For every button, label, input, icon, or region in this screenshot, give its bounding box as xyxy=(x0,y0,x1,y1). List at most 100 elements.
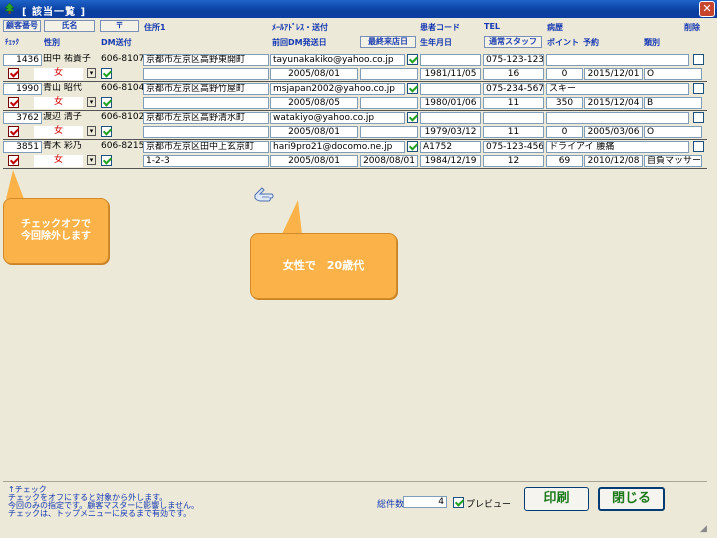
sex-field[interactable]: 女 xyxy=(34,68,83,80)
dm-checkbox[interactable] xyxy=(101,126,112,137)
delete-checkbox[interactable] xyxy=(693,112,704,123)
point-field[interactable]: 0 xyxy=(546,68,583,80)
tel-field[interactable]: 075-123-4567 xyxy=(483,141,544,153)
address2-field[interactable] xyxy=(143,68,269,80)
history-field[interactable]: スキー xyxy=(546,83,689,95)
table-row: 1990 青山 昭代 606-8104 京都市左京区高野竹屋町 msjapan2… xyxy=(3,82,707,111)
last-visit-field[interactable]: 2008/08/01 xyxy=(360,155,418,167)
sex-dropdown-icon[interactable]: ▾ xyxy=(87,155,96,165)
address-field[interactable]: 京都市左京区田中上玄京町 xyxy=(143,141,269,153)
reserve-field[interactable]: 2010/12/08 xyxy=(584,155,643,167)
sex-field[interactable]: 女 xyxy=(34,126,83,138)
dm-date-field[interactable]: 2005/08/01 xyxy=(270,126,358,138)
mail-send-checkbox[interactable] xyxy=(407,83,418,94)
tel-header: TEL xyxy=(484,22,501,31)
history-field[interactable]: ドライアイ 腰痛 xyxy=(546,141,689,153)
birthday-field[interactable]: 1981/11/05 xyxy=(420,68,481,80)
dm-header: DM送付 xyxy=(101,38,132,47)
mail-field[interactable]: tayunakakiko@yahoo.co.jp xyxy=(270,54,405,66)
age-field[interactable]: 16 xyxy=(483,68,544,80)
last-visit-field[interactable] xyxy=(360,68,418,80)
address-field[interactable]: 京都市左京区高野竹屋町 xyxy=(143,83,269,95)
zip-code: 606-8215 xyxy=(101,141,143,151)
customer-name: 渡辺 清子 xyxy=(43,112,82,122)
mail-send-checkbox[interactable] xyxy=(407,54,418,65)
point-field[interactable]: 69 xyxy=(546,155,583,167)
dm-date-field[interactable]: 2005/08/01 xyxy=(270,68,358,80)
row-check-checkbox[interactable] xyxy=(8,126,19,137)
preview-checkbox[interactable] xyxy=(453,497,464,508)
address-field[interactable]: 京都市左京区高野東開町 xyxy=(143,54,269,66)
customer-id: 1990 xyxy=(3,83,42,95)
patient-code-field[interactable] xyxy=(420,54,481,66)
row-check-checkbox[interactable] xyxy=(8,68,19,79)
address2-field[interactable] xyxy=(143,97,269,109)
row-check-checkbox[interactable] xyxy=(8,97,19,108)
mail-field[interactable]: msjapan2002@yahoo.co.jp xyxy=(270,83,405,95)
sort-by-id-button[interactable]: 顧客番号 xyxy=(3,20,41,32)
patient-code-field[interactable] xyxy=(420,112,481,124)
type-field[interactable]: B xyxy=(644,97,702,109)
dm-date-field[interactable]: 2005/08/05 xyxy=(270,97,358,109)
dm-date-field[interactable]: 2005/08/01 xyxy=(270,155,358,167)
address2-field[interactable]: 1-2-3 xyxy=(143,155,269,167)
dm-checkbox[interactable] xyxy=(101,68,112,79)
zip-code: 606-8107 xyxy=(101,54,143,64)
dm-checkbox[interactable] xyxy=(101,97,112,108)
zip-code: 606-8104 xyxy=(101,83,143,93)
resize-grip-icon[interactable]: ◢ xyxy=(700,524,714,536)
patient-code-field[interactable] xyxy=(420,83,481,95)
sex-dropdown-icon[interactable]: ▾ xyxy=(87,126,96,136)
footer-divider xyxy=(3,481,707,482)
age-field[interactable]: 11 xyxy=(483,126,544,138)
sex-field[interactable]: 女 xyxy=(34,155,83,167)
tree-icon xyxy=(4,2,15,14)
check-header: ﾁｪｯｸ xyxy=(5,38,19,46)
patient-code-header: 患者コード xyxy=(420,23,460,32)
reserve-field[interactable]: 2015/12/04 xyxy=(584,97,643,109)
reserve-field[interactable]: 2015/12/01 xyxy=(584,68,643,80)
delete-checkbox[interactable] xyxy=(693,54,704,65)
row-check-checkbox[interactable] xyxy=(8,155,19,166)
mail-send-checkbox[interactable] xyxy=(407,141,418,152)
delete-checkbox[interactable] xyxy=(693,83,704,94)
sort-by-name-button[interactable]: 氏名 xyxy=(44,20,95,32)
tel-field[interactable]: 075-123-1234 xyxy=(483,54,544,66)
birthday-field[interactable]: 1980/01/06 xyxy=(420,97,481,109)
sex-field[interactable]: 女 xyxy=(34,97,83,109)
type-field[interactable]: O xyxy=(644,126,702,138)
close-button[interactable]: 閉じる xyxy=(598,487,665,511)
birthday-field[interactable]: 1979/03/12 xyxy=(420,126,481,138)
mail-send-checkbox[interactable] xyxy=(407,112,418,123)
address2-field[interactable] xyxy=(143,126,269,138)
age-field[interactable]: 12 xyxy=(483,155,544,167)
mail-header: ﾒｰﾙｱﾄﾞﾚｽ・送付 xyxy=(272,23,328,32)
age-field[interactable]: 11 xyxy=(483,97,544,109)
close-window-button[interactable]: ✕ xyxy=(699,1,715,17)
mail-field[interactable]: hari9pro21@docomo.ne.jp xyxy=(270,141,405,153)
patient-code-field[interactable]: A1752 xyxy=(420,141,481,153)
address-field[interactable]: 京都市左京区高野清水町 xyxy=(143,112,269,124)
dm-checkbox[interactable] xyxy=(101,155,112,166)
last-visit-sort-button[interactable]: 最終来店日 xyxy=(360,36,416,48)
history-field[interactable] xyxy=(546,112,689,124)
staff-sort-button[interactable]: 通常スタッフ xyxy=(484,36,542,48)
tel-field[interactable] xyxy=(483,112,544,124)
delete-checkbox[interactable] xyxy=(693,141,704,152)
history-field[interactable] xyxy=(546,54,689,66)
tel-field[interactable]: 075-234-5678 xyxy=(483,83,544,95)
last-visit-field[interactable] xyxy=(360,126,418,138)
point-field[interactable]: 350 xyxy=(546,97,583,109)
print-button[interactable]: 印刷 xyxy=(524,487,589,511)
type-field[interactable]: 自負マッサージ xyxy=(644,155,702,167)
sex-dropdown-icon[interactable]: ▾ xyxy=(87,97,96,107)
sex-dropdown-icon[interactable]: ▾ xyxy=(87,68,96,78)
last-visit-field[interactable] xyxy=(360,97,418,109)
point-field[interactable]: 0 xyxy=(546,126,583,138)
birthday-field[interactable]: 1984/12/19 xyxy=(420,155,481,167)
callout-tail xyxy=(282,200,302,234)
type-field[interactable]: O xyxy=(644,68,702,80)
sort-by-zip-button[interactable]: 〒 xyxy=(100,20,139,32)
mail-field[interactable]: watakiyo@yahoo.co.jp xyxy=(270,112,405,124)
reserve-field[interactable]: 2005/03/06 xyxy=(584,126,643,138)
